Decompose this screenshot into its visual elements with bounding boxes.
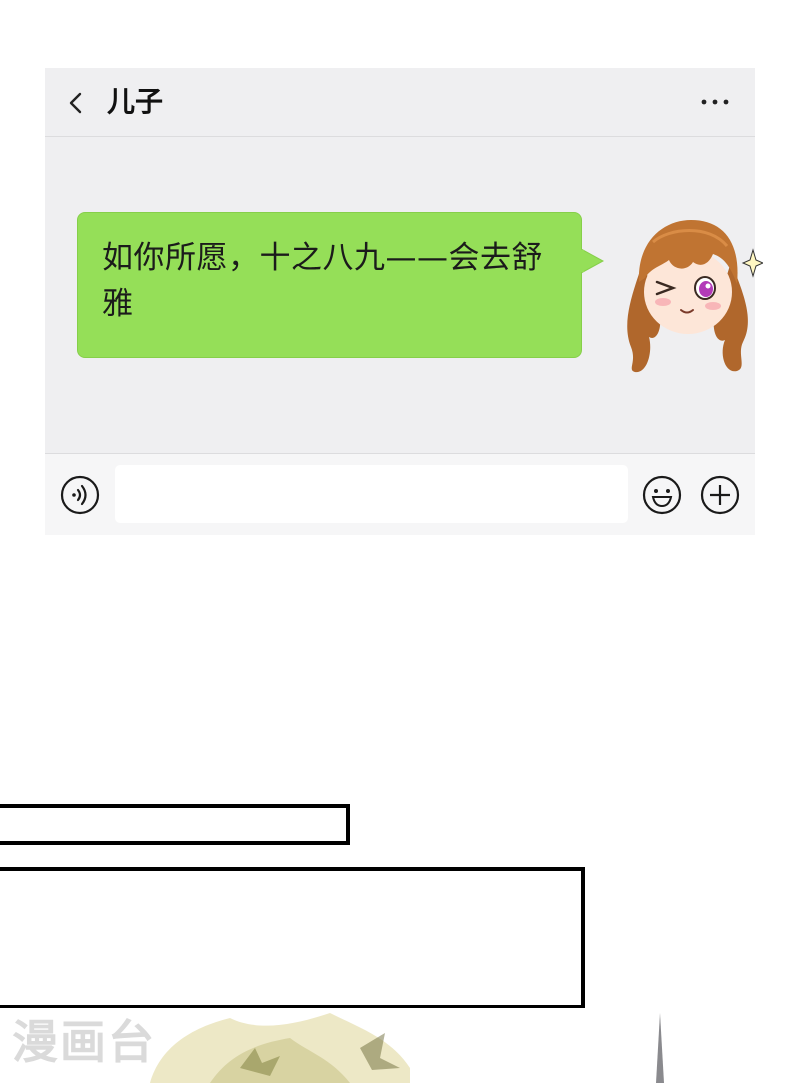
chevron-left-icon[interactable] <box>65 90 89 116</box>
chat-title: 儿子 <box>107 85 164 118</box>
watermark-text: 漫画台 <box>12 1015 156 1069</box>
message-text: 如你所愿，十之八九——会去舒雅 <box>102 240 543 322</box>
plus-circle-icon[interactable] <box>700 475 740 515</box>
input-bar <box>45 453 755 535</box>
bubble-tail <box>581 248 605 274</box>
emoji-smile-icon[interactable] <box>642 475 682 515</box>
chat-header: 儿子 <box>45 68 755 137</box>
empty-caption-box <box>0 804 350 845</box>
message-list: 如你所愿，十之八九——会去舒雅 <box>45 137 763 453</box>
message-input[interactable] <box>115 465 628 523</box>
empty-speech-box <box>0 867 585 1009</box>
message-bubble[interactable]: 如你所愿，十之八九——会去舒雅 <box>77 212 582 358</box>
avatar[interactable] <box>613 202 763 374</box>
more-horizontal-icon[interactable] <box>699 92 731 112</box>
voice-icon[interactable] <box>60 475 100 515</box>
chat-window: 儿子 如你所愿，十之八九——会去舒雅 <box>45 68 763 535</box>
